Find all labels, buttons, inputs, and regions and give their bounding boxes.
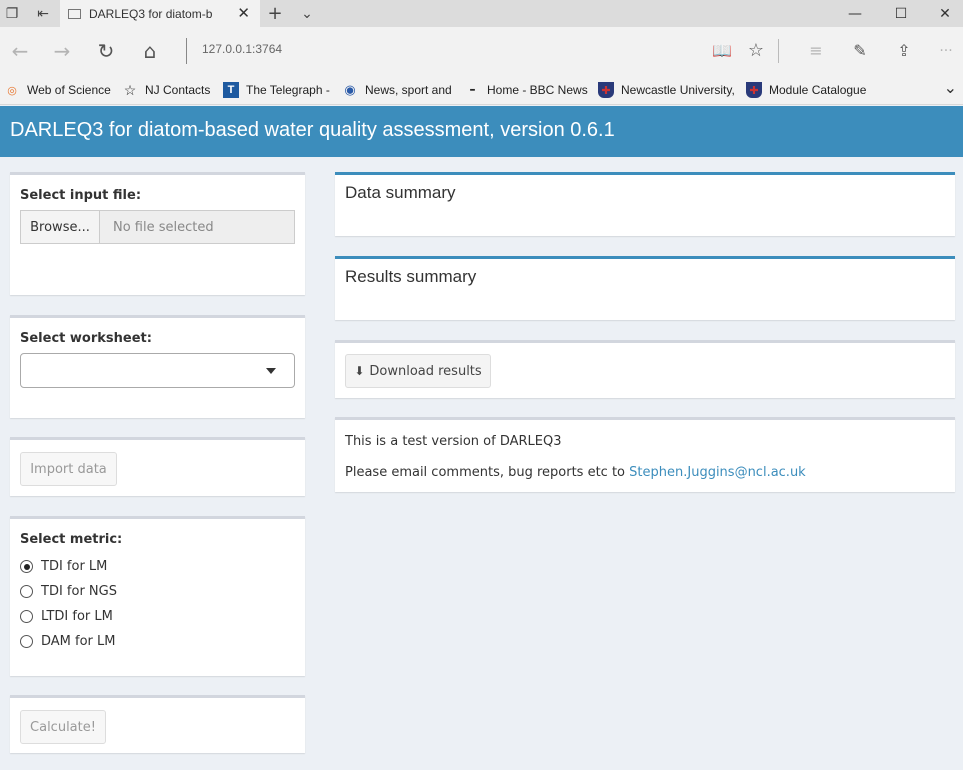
favorites-bar: ◎ Web of Science ☆ NJ Contacts T The Tel… — [0, 74, 963, 105]
fav-label: Home - BBC News — [487, 83, 588, 97]
fav-news-sport[interactable]: ◉ News, sport and — [342, 80, 452, 100]
download-box: ⬇ Download results — [335, 340, 955, 398]
app-header: DARLEQ3 for diatom-based water quality a… — [0, 106, 963, 157]
worksheet-label: Select worksheet: — [20, 331, 152, 346]
star-icon: ☆ — [123, 81, 137, 98]
browser-nav-bar: ← → ↻ ⌂ 127.0.0.1:3764 📖 ☆ ≡ ✎ ⇪ ··· — [0, 27, 963, 74]
metric-option-label: DAM for LM — [41, 634, 116, 649]
dropdown-caret-icon — [266, 368, 276, 374]
radio-selected-icon[interactable] — [20, 560, 33, 573]
metric-option-ltdi-lm[interactable]: LTDI for LM — [20, 609, 113, 624]
input-file-label: Select input file: — [20, 188, 142, 203]
fav-bbc-news[interactable]: ▪▪▪ Home - BBC News — [464, 80, 588, 100]
fav-newcastle[interactable]: ✚ Newcastle University, — [598, 80, 735, 100]
fav-label: Web of Science — [27, 83, 111, 97]
metric-option-label: LTDI for LM — [41, 609, 113, 624]
import-data-button[interactable]: Import data — [20, 452, 117, 486]
telegraph-icon: T — [223, 82, 239, 98]
fav-label: News, sport and — [365, 83, 452, 97]
metric-option-label: TDI for NGS — [41, 584, 117, 599]
fav-label: Newcastle University, — [621, 83, 735, 97]
address-bar[interactable]: 127.0.0.1:3764 — [202, 42, 282, 56]
radio-icon[interactable] — [20, 635, 33, 648]
new-tab-icon[interactable]: + — [262, 0, 288, 27]
tab-title: DARLEQ3 for diatom-b — [89, 6, 213, 21]
ncl-shield-icon: ✚ — [598, 82, 614, 98]
page-icon — [68, 8, 81, 19]
fav-label: NJ Contacts — [145, 83, 211, 97]
download-results-label: Download results — [369, 363, 482, 379]
metric-option-label: TDI for LM — [41, 559, 108, 574]
maximize-icon[interactable]: ☐ — [878, 0, 924, 27]
ncl-shield-icon: ✚ — [746, 82, 762, 98]
browser-tab-bar: ❐ ⇤ DARLEQ3 for diatom-b ✕ + ⌄ — ☐ ✕ — [0, 0, 963, 27]
share-icon[interactable]: ⇪ — [884, 27, 924, 74]
fav-label: The Telegraph - — [246, 83, 330, 97]
import-box: Import data — [10, 437, 305, 496]
download-icon: ⬇ — [354, 364, 365, 378]
radio-icon[interactable] — [20, 585, 33, 598]
forward-icon[interactable]: → — [42, 27, 82, 74]
metric-label: Select metric: — [20, 532, 123, 547]
info-text-prefix: Please email comments, bug reports etc t… — [345, 465, 630, 480]
fav-nj-contacts[interactable]: ☆ NJ Contacts — [122, 80, 211, 100]
tab-manager-icon[interactable]: ❐ — [0, 0, 24, 27]
file-input-group: Browse... No file selected — [20, 210, 295, 244]
input-file-box: Select input file: Browse... No file sel… — [10, 172, 305, 295]
window-close-icon[interactable]: ✕ — [922, 0, 963, 27]
metric-box: Select metric: TDI for LM TDI for NGS LT… — [10, 516, 305, 676]
hub-icon[interactable]: ≡ — [796, 27, 836, 74]
results-summary-title: Results summary — [345, 267, 477, 286]
file-name-field[interactable]: No file selected — [100, 210, 295, 244]
browser-tab[interactable]: DARLEQ3 for diatom-b ✕ — [60, 0, 260, 27]
metric-option-dam-lm[interactable]: DAM for LM — [20, 634, 116, 649]
favorite-star-icon[interactable]: ☆ — [736, 27, 776, 74]
more-icon[interactable]: ··· — [926, 27, 963, 74]
info-box: This is a test version of DARLEQ3 Please… — [335, 417, 955, 492]
set-aside-tabs-icon[interactable]: ⇤ — [30, 0, 56, 27]
fav-module-catalogue[interactable]: ✚ Module Catalogue — [746, 80, 866, 100]
radio-icon[interactable] — [20, 610, 33, 623]
toolbar-separator — [778, 39, 779, 63]
back-icon[interactable]: ← — [0, 27, 40, 74]
web-note-icon[interactable]: ✎ — [840, 27, 880, 74]
fav-label: Module Catalogue — [769, 83, 867, 97]
globe-person-icon: ◉ — [344, 82, 356, 97]
info-text-line1: This is a test version of DARLEQ3 — [345, 434, 562, 449]
info-text-line2: Please email comments, bug reports etc t… — [345, 465, 806, 480]
worksheet-select[interactable] — [20, 353, 295, 388]
fav-telegraph[interactable]: T The Telegraph - — [223, 80, 330, 100]
browse-button[interactable]: Browse... — [20, 210, 100, 244]
calculate-button[interactable]: Calculate! — [20, 710, 106, 744]
orange-circle-icon: ◎ — [7, 84, 17, 97]
metric-option-tdi-lm[interactable]: TDI for LM — [20, 559, 107, 574]
data-summary-title: Data summary — [345, 183, 456, 202]
calculate-box: Calculate! — [10, 695, 305, 753]
results-summary-box: Results summary — [335, 256, 955, 320]
minimize-icon[interactable]: — — [832, 0, 878, 27]
metric-option-tdi-ngs[interactable]: TDI for NGS — [20, 584, 117, 599]
chevron-down-icon[interactable]: ⌄ — [294, 0, 320, 27]
worksheet-box: Select worksheet: — [10, 315, 305, 418]
bbc-icon: ▪▪▪ — [469, 86, 475, 94]
app-title: DARLEQ3 for diatom-based water quality a… — [10, 119, 615, 141]
email-link[interactable]: Stephen.Juggins@ncl.ac.uk — [629, 465, 806, 480]
refresh-icon[interactable]: ↻ — [86, 27, 126, 74]
address-separator — [186, 38, 187, 64]
close-tab-icon[interactable]: ✕ — [237, 4, 250, 22]
data-summary-box: Data summary — [335, 172, 955, 236]
download-results-button[interactable]: ⬇ Download results — [345, 354, 491, 388]
fav-web-of-science[interactable]: ◎ Web of Science — [4, 80, 111, 100]
home-icon[interactable]: ⌂ — [130, 27, 170, 74]
favorites-overflow-icon[interactable]: ⌄ — [944, 78, 957, 97]
